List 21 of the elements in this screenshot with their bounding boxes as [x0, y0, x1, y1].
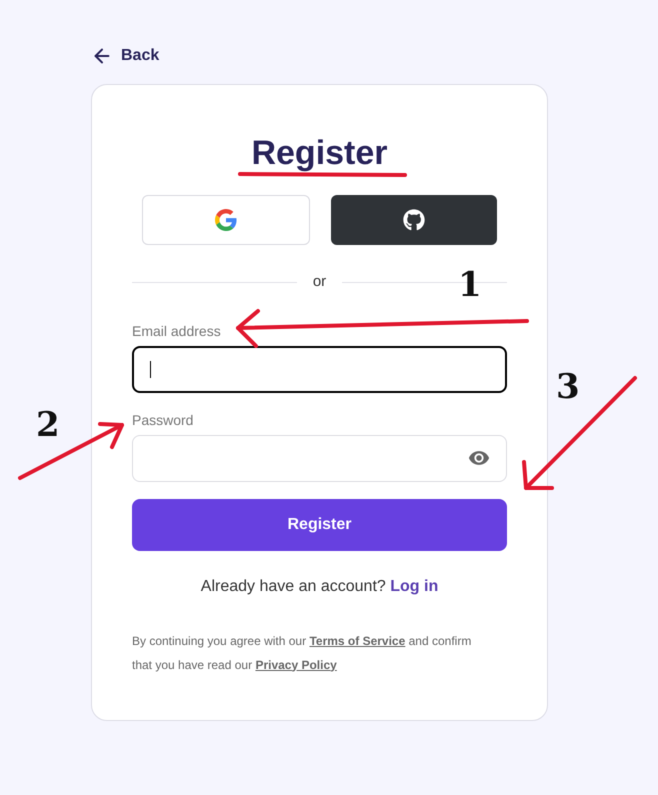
- google-signin-button[interactable]: [142, 195, 310, 245]
- field-label: Email address: [132, 322, 222, 340]
- annotation-number: 1: [458, 268, 482, 302]
- terms-link[interactable]: Terms of Service: [309, 634, 406, 648]
- google-logo-icon: [215, 209, 237, 231]
- email-field[interactable]: [132, 346, 507, 392]
- text-cursor: [150, 360, 151, 378]
- password-field[interactable]: [132, 434, 507, 482]
- register-button[interactable]: Register: [132, 498, 507, 550]
- github-logo-icon: [403, 209, 425, 231]
- field-label: Password: [132, 410, 194, 428]
- annotation-number: 3: [556, 370, 580, 404]
- login-prompt: Already have an account?: [200, 578, 386, 594]
- legal-notice: By continuing you agree with our Terms of Service and confirm that you have read our Privacy Policy: [132, 632, 472, 674]
- login-link[interactable]: Log in: [390, 578, 438, 594]
- back-link[interactable]: Back: [91, 44, 160, 68]
- page-title: Register: [251, 133, 388, 173]
- github-signin-button[interactable]: [331, 195, 497, 245]
- divider-label: or: [312, 272, 326, 292]
- privacy-link[interactable]: Privacy Policy: [255, 658, 337, 672]
- annotation-number: 2: [36, 408, 60, 442]
